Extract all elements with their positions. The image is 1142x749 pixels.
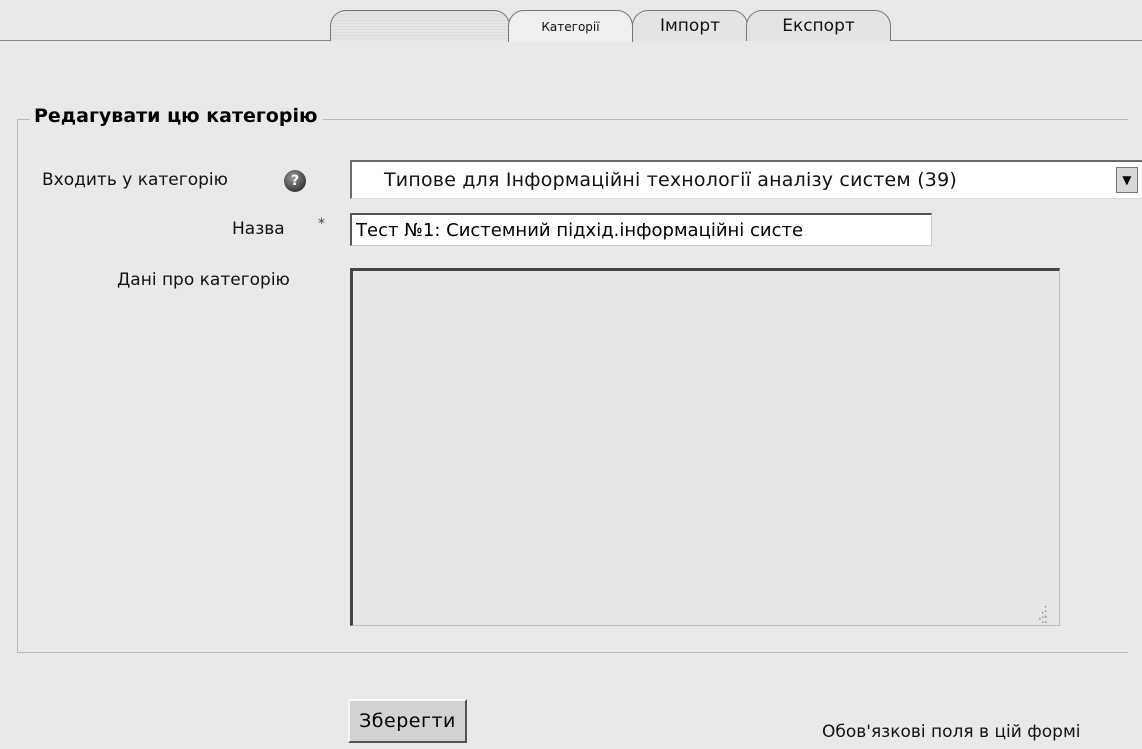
tab-categories[interactable]: Категорії bbox=[508, 10, 633, 42]
tab-label: Експорт bbox=[782, 16, 855, 36]
chevron-down-icon[interactable]: ▼ bbox=[1116, 167, 1138, 193]
parent-category-label: Входить у категорію bbox=[42, 170, 228, 190]
tab-label: Категорії bbox=[541, 19, 600, 34]
tab-import[interactable]: Імпорт bbox=[632, 10, 748, 41]
info-textarea[interactable] bbox=[350, 268, 1060, 626]
fieldset-legend: Редагувати цю категорію bbox=[30, 105, 324, 127]
required-marker: * bbox=[318, 216, 325, 232]
parent-category-select[interactable]: Типове для Інформаційні технології аналі… bbox=[350, 160, 1142, 199]
help-icon[interactable]: ? bbox=[284, 170, 306, 192]
resize-grip-icon[interactable]: · ·: ·:: bbox=[1038, 601, 1048, 625]
save-button[interactable]: Зберегти bbox=[348, 699, 467, 743]
parent-category-value: Типове для Інформаційні технології аналі… bbox=[384, 169, 957, 191]
required-fields-note: Обов'язкові поля в цій формі bbox=[822, 722, 1081, 742]
tab-export[interactable]: Експорт bbox=[746, 10, 891, 41]
tab-label: Імпорт bbox=[659, 16, 721, 36]
info-label: Дані про категорію bbox=[117, 270, 290, 290]
name-input[interactable] bbox=[350, 213, 932, 246]
tab-blank[interactable] bbox=[330, 10, 510, 41]
name-label: Назва bbox=[232, 219, 285, 239]
